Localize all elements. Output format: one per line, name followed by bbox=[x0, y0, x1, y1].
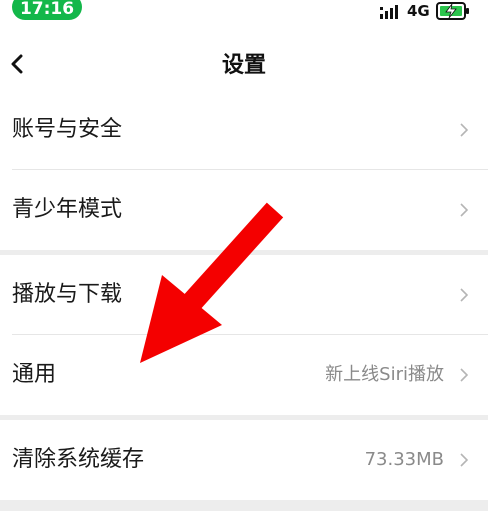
settings-group-account: 账号与安全 青少年模式 bbox=[0, 90, 488, 250]
settings-group-playback: 播放与下载 通用 新上线Siri播放 bbox=[0, 255, 488, 415]
status-time: 17:16 bbox=[12, 0, 82, 20]
settings-item-general[interactable]: 通用 新上线Siri播放 bbox=[0, 335, 488, 415]
settings-item-account-security[interactable]: 账号与安全 bbox=[0, 90, 488, 170]
nav-bar: 设置 bbox=[0, 26, 488, 100]
network-label: 4G bbox=[407, 2, 430, 20]
chevron-right-icon bbox=[460, 123, 468, 137]
settings-item-value: 新上线Siri播放 bbox=[325, 364, 444, 385]
settings-item-label: 通用 bbox=[12, 362, 57, 387]
chevron-right-icon bbox=[460, 203, 468, 217]
chevron-right-icon bbox=[460, 453, 468, 467]
settings-item-label: 青少年模式 bbox=[12, 197, 123, 222]
chevron-left-icon[interactable] bbox=[10, 54, 24, 74]
status-bar: 17:16 4G bbox=[0, 0, 488, 26]
settings-item-clear-cache[interactable]: 清除系统缓存 73.33MB bbox=[0, 420, 488, 500]
chevron-right-icon bbox=[460, 368, 468, 382]
page-title: 设置 bbox=[221, 53, 266, 78]
settings-item-value: 73.33MB bbox=[364, 449, 444, 470]
settings-item-label: 清除系统缓存 bbox=[12, 447, 145, 472]
settings-item-playback-download[interactable]: 播放与下载 bbox=[0, 255, 488, 335]
settings-item-youth-mode[interactable]: 青少年模式 bbox=[0, 170, 488, 250]
chevron-right-icon bbox=[460, 288, 468, 302]
signal-icon bbox=[380, 5, 398, 19]
settings-item-label: 账号与安全 bbox=[12, 117, 123, 142]
settings-item-label: 播放与下载 bbox=[12, 282, 123, 307]
battery-charging-icon bbox=[436, 2, 469, 20]
settings-group-storage: 清除系统缓存 73.33MB bbox=[0, 420, 488, 500]
settings-screen: 17:16 4G 设置 账号与安全 青少年模式 播放与下载 通用 新上线Siri… bbox=[0, 0, 488, 511]
